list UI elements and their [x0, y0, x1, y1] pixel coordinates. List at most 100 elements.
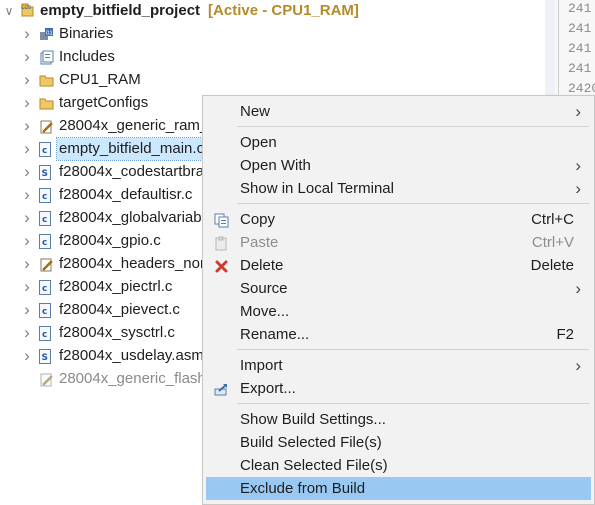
- chevron-right-icon[interactable]: [22, 69, 32, 91]
- chevron-right-icon[interactable]: [22, 253, 32, 275]
- tree-item-label: Binaries: [59, 25, 114, 42]
- menu-item-copy[interactable]: Copy Ctrl+C: [206, 208, 591, 231]
- menu-item-exclude-from-build[interactable]: Exclude from Build: [206, 477, 591, 500]
- tree-item-label: 28004x_generic_flash_: [59, 370, 215, 387]
- svg-text:c: c: [42, 284, 47, 294]
- menu-separator: [237, 349, 589, 350]
- chevron-right-icon[interactable]: [22, 161, 32, 183]
- chevron-right-icon[interactable]: [22, 276, 32, 298]
- menu-item-open-with[interactable]: Open With ›: [206, 154, 591, 177]
- chevron-down-icon[interactable]: [4, 0, 14, 22]
- menu-item-label: Show Build Settings...: [240, 411, 386, 428]
- menu-separator: [237, 203, 589, 204]
- chevron-right-icon[interactable]: [22, 345, 32, 367]
- tree-item-label: f28004x_pievect.c: [59, 301, 180, 318]
- chevron-right-icon[interactable]: [22, 46, 32, 68]
- menu-item-label: Build Selected File(s): [240, 434, 382, 451]
- submenu-arrow-icon: ›: [575, 156, 581, 175]
- editor-line-number: 241: [568, 1, 592, 16]
- menu-item-shortcut: Ctrl+C: [531, 211, 574, 228]
- project-root-row[interactable]: CCS empty_bitfield_project [Active - CPU1…: [0, 0, 560, 22]
- chevron-right-icon[interactable]: [22, 322, 32, 344]
- menu-item-source[interactable]: Source ›: [206, 277, 591, 300]
- svg-text:c: c: [42, 238, 47, 248]
- chevron-right-icon[interactable]: [22, 138, 32, 160]
- c-source-icon: c: [39, 142, 53, 157]
- c-source-icon: c: [39, 326, 53, 341]
- editor-line-number: 241: [568, 21, 592, 36]
- svg-text:CCS: CCS: [21, 5, 31, 11]
- menu-item-import[interactable]: Import ›: [206, 354, 591, 377]
- chevron-right-icon[interactable]: [22, 23, 32, 45]
- linker-cmd-icon: [39, 119, 53, 134]
- menu-item-clean-selected-file-s[interactable]: Clean Selected File(s): [206, 454, 591, 477]
- svg-text:c: c: [42, 192, 47, 202]
- chevron-right-icon[interactable]: [22, 92, 32, 114]
- asm-source-icon: S: [39, 349, 53, 364]
- menu-item-label: Export...: [240, 380, 296, 397]
- overview-ruler: [545, 0, 555, 96]
- svg-text:01: 01: [46, 31, 53, 37]
- tree-item-label: f28004x_headers_nonl: [59, 255, 212, 272]
- tree-item-label: f28004x_gpio.c: [59, 232, 161, 249]
- tree-item[interactable]: 01 Binaries: [0, 23, 560, 45]
- chevron-right-icon[interactable]: [22, 115, 32, 137]
- menu-item-rename[interactable]: Rename... F2: [206, 323, 591, 346]
- tree-item-label: f28004x_piectrl.c: [59, 278, 173, 295]
- paste-icon: [214, 235, 229, 251]
- menu-item-label: Open With: [240, 157, 311, 174]
- chevron-right-icon[interactable]: [22, 299, 32, 321]
- menu-item-label: Rename...: [240, 326, 310, 343]
- menu-item-new[interactable]: New ›: [206, 100, 591, 123]
- svg-text:S: S: [42, 353, 48, 363]
- menu-item-label: Delete: [240, 257, 284, 274]
- menu-item-label: Open: [240, 134, 277, 151]
- menu-item-label: Paste: [240, 234, 279, 251]
- menu-item-label: Import: [240, 357, 283, 374]
- delete-icon: [214, 258, 229, 273]
- chevron-right-icon[interactable]: [22, 184, 32, 206]
- chevron-right-icon[interactable]: [22, 207, 32, 229]
- c-source-icon: c: [39, 280, 53, 295]
- menu-item-label: Copy: [240, 211, 276, 228]
- tree-item[interactable]: CPU1_RAM: [0, 69, 560, 91]
- tree-item-label: targetConfigs: [59, 94, 149, 111]
- menu-item-open[interactable]: Open: [206, 131, 591, 154]
- menu-item-label: Exclude from Build: [240, 480, 366, 497]
- menu-item-export[interactable]: Export...: [206, 377, 591, 400]
- editor-line-number: 241: [568, 61, 592, 76]
- tree-item-label: f28004x_codestartbra: [59, 163, 205, 180]
- tree-item[interactable]: Includes: [0, 46, 560, 68]
- export-icon: [214, 381, 229, 396]
- c-source-icon: c: [39, 303, 53, 318]
- tree-item-label: CPU1_RAM: [59, 71, 141, 88]
- c-source-icon: c: [39, 188, 53, 203]
- active-config-tag: [Active - CPU1_RAM]: [208, 2, 359, 19]
- menu-item-delete[interactable]: Delete Delete: [206, 254, 591, 277]
- c-source-icon: c: [39, 234, 53, 249]
- c-source-icon: c: [39, 211, 53, 226]
- chevron-right-icon[interactable]: [22, 230, 32, 252]
- folder-icon: [39, 96, 54, 110]
- menu-item-label: Show in Local Terminal: [240, 180, 394, 197]
- menu-separator: [237, 403, 589, 404]
- linker-cmd-icon: [39, 257, 53, 272]
- menu-item-show-build-settings[interactable]: Show Build Settings...: [206, 408, 591, 431]
- svg-text:c: c: [42, 215, 47, 225]
- binaries-icon: 01: [39, 27, 53, 41]
- menu-item-label: Source: [240, 280, 288, 297]
- tree-item-label: f28004x_globalvariab: [59, 209, 202, 226]
- svg-text:c: c: [42, 146, 47, 156]
- project-name: empty_bitfield_project: [40, 2, 201, 19]
- menu-item-label: New: [240, 103, 271, 120]
- menu-item-build-selected-file-s[interactable]: Build Selected File(s): [206, 431, 591, 454]
- menu-separator: [237, 126, 589, 127]
- tree-item-label: f28004x_usdelay.asm: [59, 347, 204, 364]
- submenu-arrow-icon: ›: [575, 279, 581, 298]
- menu-item-show-in-local-terminal[interactable]: Show in Local Terminal ›: [206, 177, 591, 200]
- tree-item-label: f28004x_defaultisr.c: [59, 186, 193, 203]
- editor-line-number: 241: [568, 41, 592, 56]
- submenu-arrow-icon: ›: [575, 102, 581, 121]
- ccs-project-icon: CCS: [20, 3, 35, 18]
- menu-item-move[interactable]: Move...: [206, 300, 591, 323]
